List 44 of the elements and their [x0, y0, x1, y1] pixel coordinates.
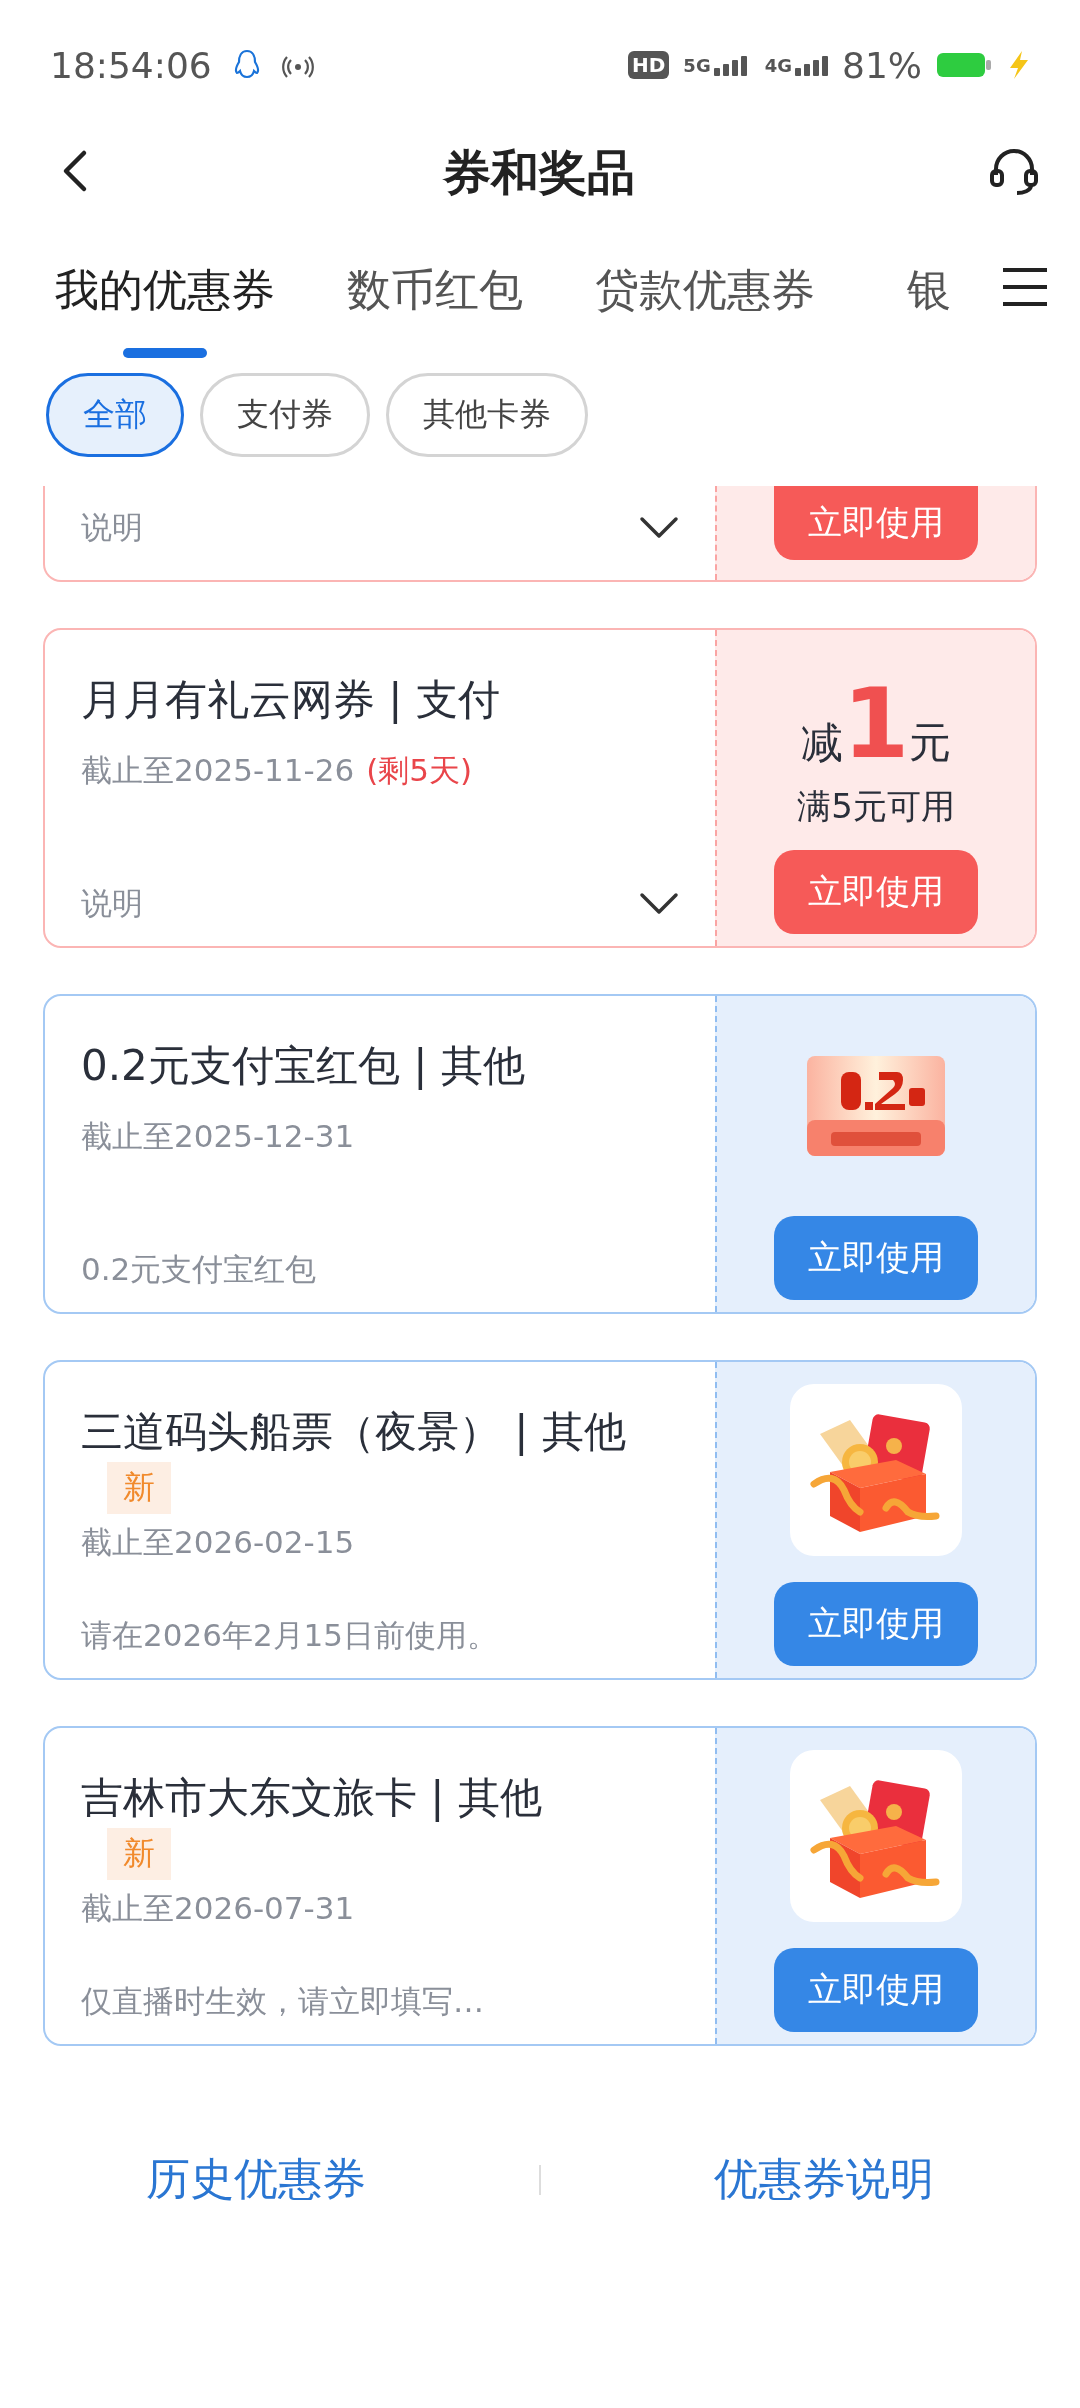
tab[interactable]: 数币红包 — [347, 215, 547, 365]
footer-link[interactable]: 优惠券说明 — [713, 2150, 934, 2209]
chevron-down-icon[interactable] — [639, 892, 679, 916]
discount-prefix: 减 — [800, 717, 843, 769]
coupon-title: 月月有礼云网券 | 支付 — [81, 674, 501, 726]
deadline-text: 截止至2025-11-26 — [81, 752, 355, 788]
coupon-description: 说明 — [81, 884, 143, 923]
tab[interactable]: 银 — [887, 215, 995, 365]
deadline-text: 截止至2026-07-31 — [81, 1890, 355, 1926]
coupon-title: 三道码头船票（夜景） | 其他 — [81, 1406, 627, 1458]
use-now-button[interactable]: 立即使用 — [774, 1948, 978, 2032]
filter-chip[interactable]: 全部 — [46, 373, 184, 457]
new-badge: 新 — [107, 1462, 171, 1514]
coupon-description: 0.2元支付宝红包 — [81, 1250, 317, 1289]
coupon-card[interactable]: 月月有礼云网券 | 支付 截止至2025-11-26 (剩5天) 说明 减 1元 满5元可用 立即使用 — [43, 628, 1037, 948]
filter-chip[interactable]: 其他卡券 — [386, 373, 588, 457]
use-now-button[interactable]: 立即使用 — [774, 1216, 978, 1300]
footer-link[interactable]: 历史优惠券 — [146, 2150, 367, 2209]
coupon-description: 说明 — [81, 508, 143, 547]
hd-label: HD — [628, 51, 670, 79]
chevron-down-icon[interactable] — [639, 516, 679, 540]
coupon-description: 仅直播时生效，请立即填写… — [81, 1982, 484, 2021]
discount-unit: 元 — [909, 717, 952, 769]
filter-chip[interactable]: 支付券 — [200, 373, 370, 457]
page-title: 券和奖品 — [443, 142, 635, 202]
coupon-card[interactable]: 吉林市大东文旅卡 | 其他 新 截止至2026-07-31 仅直播时生效，请立即填写… 立即使用 — [43, 1726, 1037, 2046]
new-badge: 新 — [107, 1828, 171, 1880]
use-now-button[interactable]: 立即使用 — [774, 1582, 978, 1666]
tab[interactable]: 贷款优惠券 — [595, 215, 839, 365]
remaining-days: (剩5天) — [366, 752, 473, 788]
deadline-text: 截止至2025-12-31 — [81, 1118, 355, 1154]
coupon-title: 吉林市大东文旅卡 | 其他 — [81, 1772, 543, 1824]
clock-time: 18:54:06 — [50, 44, 212, 86]
coupon-title: 0.2元支付宝红包 | 其他 — [81, 1040, 526, 1092]
penguin-icon — [233, 49, 260, 81]
battery-percent: 81% — [842, 44, 922, 86]
deadline-text: 截止至2026-02-15 — [81, 1524, 355, 1560]
usage-condition: 满5元可用 — [797, 785, 955, 828]
coupon-card[interactable]: 0.2元支付宝红包 | 其他 截止至2025-12-31 0.2元支付宝红包 立即使用 — [43, 994, 1037, 1314]
battery-icon — [936, 51, 992, 79]
tab[interactable]: 我的优惠券 — [55, 215, 299, 365]
coupon-description: 请在2026年2月15日前使用。 — [81, 1616, 499, 1655]
discount-amount: 1 — [842, 676, 910, 772]
coupon-card[interactable]: 三道码头船票（夜景） | 其他 新 截止至2026-02-15 请在2026年2月15日前使用。 立即使用 — [43, 1360, 1037, 1680]
